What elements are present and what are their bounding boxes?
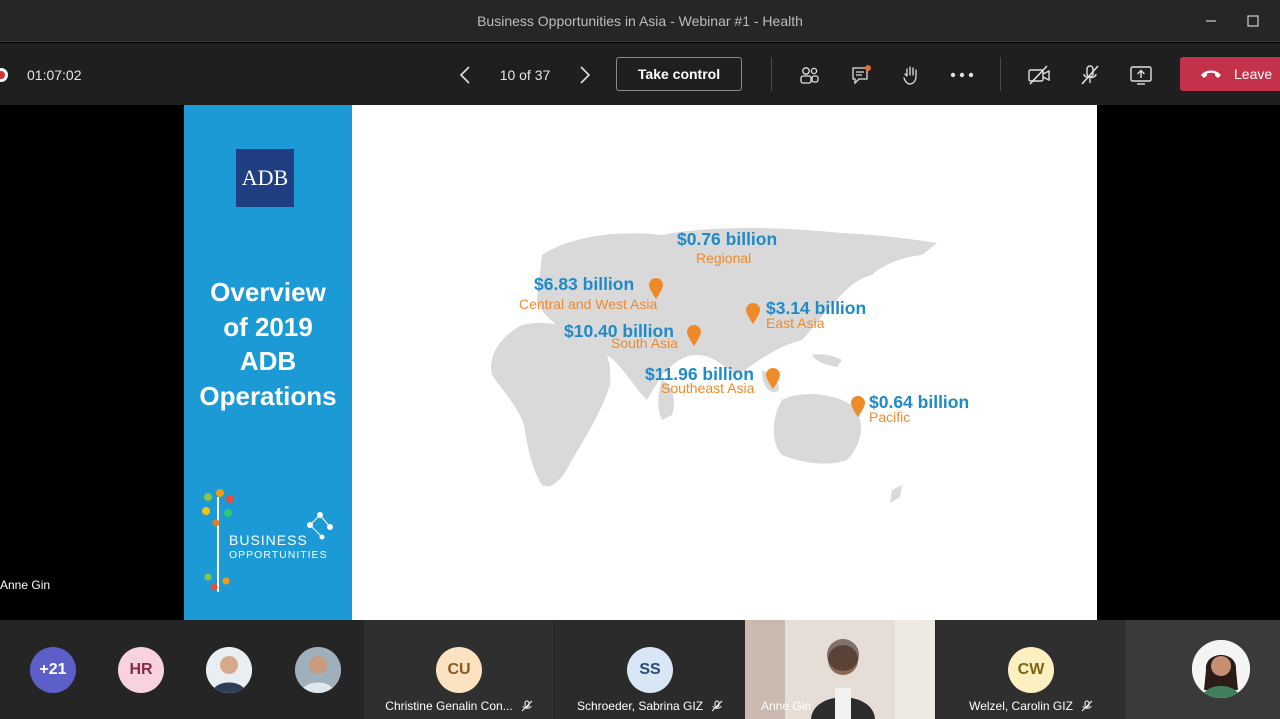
region-label: South Asia bbox=[611, 335, 678, 351]
shared-content-stage: ADB Overview of 2019 ADB Operations BUSI… bbox=[0, 105, 1280, 620]
muted-mic-icon bbox=[711, 700, 723, 712]
participant-video-tile[interactable]: Anne Gin bbox=[745, 620, 935, 719]
camera-off-icon bbox=[1028, 65, 1050, 85]
participant-name: Christine Genalin Con... bbox=[385, 699, 513, 713]
participant-tile[interactable]: CU Christine Genalin Con... bbox=[364, 620, 554, 719]
participants-button[interactable] bbox=[795, 61, 823, 89]
share-icon bbox=[1130, 66, 1152, 85]
slide-title-line: Overview bbox=[210, 277, 326, 307]
person-photo-icon bbox=[206, 647, 252, 693]
prev-slide-button[interactable] bbox=[455, 63, 475, 87]
participants-icon bbox=[800, 67, 819, 84]
participant-initials: CU bbox=[436, 647, 482, 693]
mic-toggle-button[interactable] bbox=[1076, 61, 1104, 89]
participant-initials: CW bbox=[1008, 647, 1054, 693]
self-view-tile[interactable] bbox=[1126, 620, 1280, 719]
toolbar-divider bbox=[1000, 57, 1001, 91]
minimize-icon bbox=[1206, 20, 1216, 22]
person-photo-icon bbox=[1192, 640, 1250, 698]
raise-hand-icon bbox=[903, 66, 917, 85]
raise-hand-button[interactable] bbox=[897, 61, 925, 89]
record-icon bbox=[0, 68, 8, 82]
maximize-button[interactable] bbox=[1242, 10, 1264, 32]
participant-tile-footer: Schroeder, Sabrina GIZ bbox=[555, 699, 745, 713]
slide-title-line: of 2019 bbox=[223, 311, 313, 342]
presenter-label: Anne Gin bbox=[0, 578, 51, 592]
map-pin-icon bbox=[687, 325, 701, 346]
muted-mic-icon bbox=[1081, 700, 1093, 712]
person-photo-icon bbox=[295, 647, 341, 693]
minimize-button[interactable] bbox=[1200, 10, 1222, 32]
leave-button[interactable]: Leave bbox=[1180, 57, 1280, 91]
slide-title-line: Operations bbox=[199, 380, 337, 411]
mic-off-icon bbox=[1081, 65, 1099, 85]
muted-mic-icon bbox=[521, 700, 533, 712]
participant-gallery: +21 HR CU Christine Genalin Con... SS Sc… bbox=[0, 620, 1280, 719]
maximize-icon bbox=[1247, 15, 1259, 27]
participant-initials: SS bbox=[627, 647, 673, 693]
next-slide-button[interactable] bbox=[575, 63, 595, 87]
map-pin-icon bbox=[851, 396, 865, 417]
share-screen-button[interactable] bbox=[1127, 61, 1155, 89]
leave-label: Leave bbox=[1234, 66, 1273, 82]
slide-title-line: ADB bbox=[239, 346, 297, 376]
participant-avatar-hr[interactable]: HR bbox=[118, 647, 164, 693]
chat-icon bbox=[852, 65, 871, 85]
map-pin-icon bbox=[766, 368, 780, 389]
participant-tile-footer: Welzel, Carolin GIZ bbox=[936, 699, 1126, 713]
meeting-timer: 01:07:02 bbox=[27, 67, 82, 83]
participant-name: Welzel, Carolin GIZ bbox=[969, 699, 1073, 713]
region-label: Central and West Asia bbox=[519, 296, 658, 312]
more-icon bbox=[950, 72, 974, 78]
slide-sidebar: ADB Overview of 2019 ADB Operations BUSI… bbox=[184, 105, 352, 620]
title-bar: Business Opportunities in Asia - Webinar… bbox=[0, 0, 1280, 42]
overflow-participants-button[interactable]: +21 bbox=[30, 647, 76, 693]
participant-photo-avatar[interactable] bbox=[295, 647, 341, 693]
region-label: Regional bbox=[696, 250, 752, 266]
participant-tile-footer: Christine Genalin Con... bbox=[364, 699, 554, 713]
window-title: Business Opportunities in Asia - Webinar… bbox=[477, 13, 803, 29]
slide-title: Overview of 2019 ADB Operations bbox=[184, 275, 352, 413]
self-photo-avatar bbox=[1192, 640, 1250, 698]
map-pin-icon bbox=[649, 278, 663, 299]
region-label: Southeast Asia bbox=[661, 380, 755, 396]
participant-photo-avatar[interactable] bbox=[206, 647, 252, 693]
region-amount: $6.83 billion bbox=[534, 274, 635, 294]
participant-name: Anne Gin bbox=[761, 699, 812, 713]
chat-button[interactable] bbox=[847, 61, 875, 89]
presentation-slide: ADB Overview of 2019 ADB Operations BUSI… bbox=[184, 105, 1097, 620]
more-options-button[interactable] bbox=[948, 61, 976, 89]
map-pin-icon bbox=[746, 303, 760, 324]
participant-name: Schroeder, Sabrina GIZ bbox=[576, 699, 704, 713]
adb-logo: ADB bbox=[236, 149, 294, 207]
brand-line-2: OPPORTUNITIES bbox=[229, 549, 328, 561]
region-label: Pacific bbox=[869, 409, 911, 425]
region-amount: $0.76 billion bbox=[677, 229, 778, 249]
take-control-button[interactable]: Take control bbox=[616, 57, 742, 91]
participant-tile[interactable]: SS Schroeder, Sabrina GIZ bbox=[555, 620, 745, 719]
toolbar-divider bbox=[771, 57, 772, 91]
teams-meeting-window: Business Opportunities in Asia - Webinar… bbox=[0, 0, 1280, 719]
camera-toggle-button[interactable] bbox=[1025, 61, 1053, 89]
brand-line-1: BUSINESS bbox=[229, 532, 308, 548]
hangup-icon bbox=[1201, 70, 1221, 78]
next-slide-icon bbox=[580, 66, 591, 84]
slide-page-count: 10 of 37 bbox=[499, 67, 551, 83]
meeting-toolbar: 01:07:02 10 of 37 Take control Leave bbox=[0, 43, 1280, 105]
participant-tile[interactable]: CW Welzel, Carolin GIZ bbox=[936, 620, 1126, 719]
region-label: East Asia bbox=[766, 315, 825, 331]
prev-slide-icon bbox=[459, 66, 470, 84]
